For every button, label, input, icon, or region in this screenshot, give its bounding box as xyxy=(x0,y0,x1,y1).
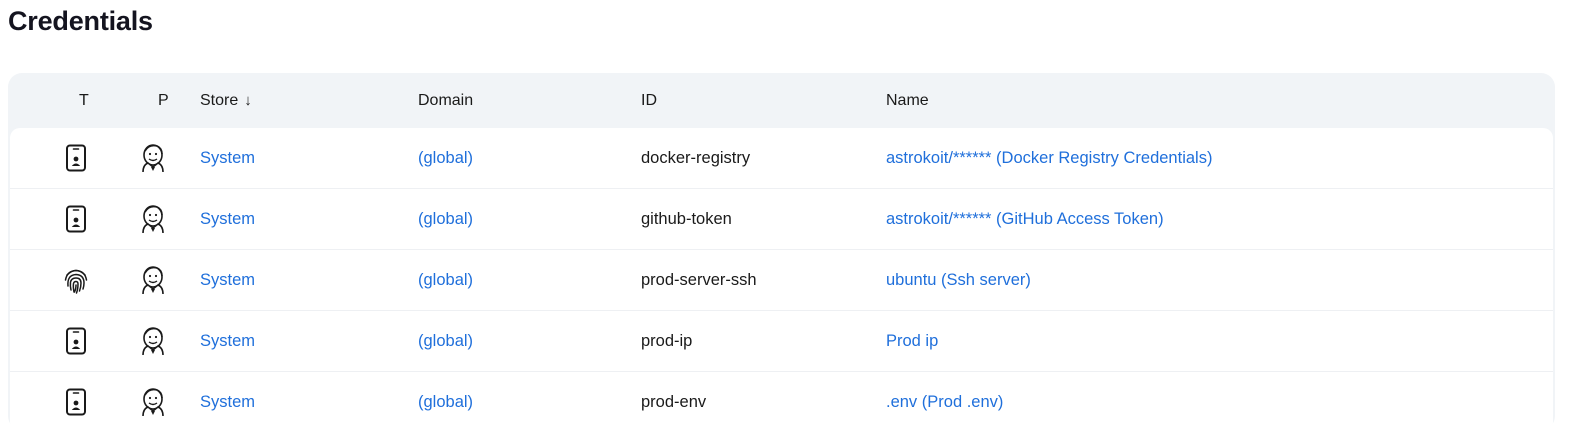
phone-icon xyxy=(61,128,91,188)
phone-icon xyxy=(61,189,91,249)
jenkins-icon xyxy=(138,189,168,249)
jenkins-icon xyxy=(138,372,168,432)
page-title: Credentials xyxy=(8,6,153,36)
domain-link[interactable]: (global) xyxy=(418,189,473,249)
jenkins-icon xyxy=(138,311,168,371)
credential-id: github-token xyxy=(641,210,732,228)
sort-descending-icon: ↓ xyxy=(244,92,252,109)
credential-name-link[interactable]: astrokoit/****** (Docker Registry Creden… xyxy=(886,128,1212,188)
phone-icon xyxy=(61,311,91,371)
store-link[interactable]: System xyxy=(200,189,255,249)
domain-link[interactable]: (global) xyxy=(418,372,473,432)
table-row: System (global) prod-server-ssh ubuntu (… xyxy=(10,250,1553,311)
column-header-name[interactable]: Name xyxy=(886,73,929,128)
domain-link[interactable]: (global) xyxy=(418,128,473,188)
fingerprint-icon xyxy=(61,250,91,310)
column-header-store-label: Store xyxy=(200,92,239,109)
credential-id: prod-env xyxy=(641,393,707,411)
table-row: System (global) docker-registry astrokoi… xyxy=(10,128,1553,189)
table-row: System (global) prod-env .env (Prod .env… xyxy=(10,372,1553,432)
column-header-domain[interactable]: Domain xyxy=(418,73,473,128)
domain-link[interactable]: (global) xyxy=(418,250,473,310)
store-link[interactable]: System xyxy=(200,372,255,432)
table-header: T P Store ↓ Domain ID Name xyxy=(10,73,1553,128)
credential-id: prod-server-ssh xyxy=(641,271,757,289)
domain-link[interactable]: (global) xyxy=(418,311,473,371)
store-link[interactable]: System xyxy=(200,128,255,188)
store-link[interactable]: System xyxy=(200,250,255,310)
credential-name-link[interactable]: .env (Prod .env) xyxy=(886,372,1003,432)
column-header-store[interactable]: Store ↓ xyxy=(200,73,252,128)
credentials-page: Credentials T P Store ↓ Domain ID Name Sy… xyxy=(0,0,1587,438)
table-row: System (global) prod-ip Prod ip xyxy=(10,311,1553,372)
jenkins-icon xyxy=(138,128,168,188)
credential-name-link[interactable]: Prod ip xyxy=(886,311,938,371)
column-header-type[interactable]: T xyxy=(79,73,89,128)
credentials-table: T P Store ↓ Domain ID Name System (global… xyxy=(8,73,1555,432)
credential-id: prod-ip xyxy=(641,332,693,350)
column-header-id[interactable]: ID xyxy=(641,73,657,128)
credential-id: docker-registry xyxy=(641,149,751,167)
credential-name-link[interactable]: astrokoit/****** (GitHub Access Token) xyxy=(886,189,1164,249)
phone-icon xyxy=(61,372,91,432)
column-header-provider[interactable]: P xyxy=(158,73,169,128)
jenkins-icon xyxy=(138,250,168,310)
store-link[interactable]: System xyxy=(200,311,255,371)
table-row: System (global) github-token astrokoit/*… xyxy=(10,189,1553,250)
credential-name-link[interactable]: ubuntu (Ssh server) xyxy=(886,250,1031,310)
table-body: System (global) docker-registry astrokoi… xyxy=(10,128,1553,432)
